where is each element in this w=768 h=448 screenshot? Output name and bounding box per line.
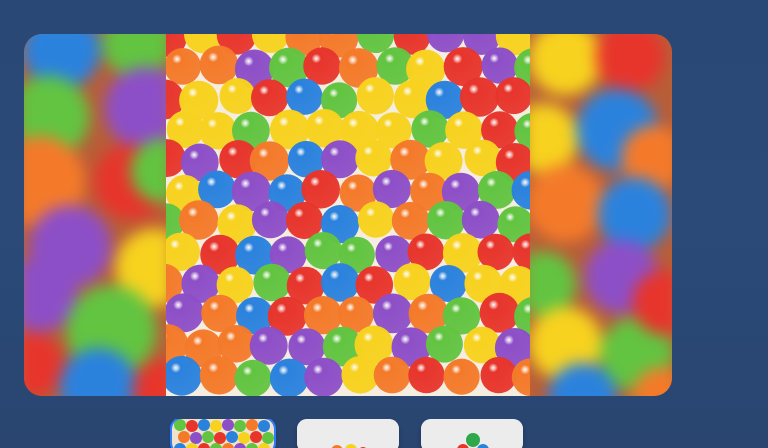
- ball: [425, 325, 463, 363]
- ball: [321, 263, 360, 302]
- ball: [251, 201, 290, 239]
- ball: [251, 79, 289, 117]
- right-blurred-balls: [530, 34, 672, 396]
- ball: [249, 326, 288, 365]
- ball: [443, 358, 480, 395]
- thumbnail-strip: [168, 419, 528, 448]
- ball: [269, 358, 309, 396]
- ball: [461, 200, 500, 239]
- ball: [199, 45, 239, 85]
- thumbnail-single-green-ball[interactable]: [421, 419, 523, 448]
- ball: [234, 359, 272, 396]
- left-blurred-preview: [24, 34, 166, 396]
- ball: [219, 78, 256, 114]
- image-viewer[interactable]: [24, 34, 672, 396]
- ball: [253, 263, 291, 302]
- ball: [408, 356, 445, 394]
- main-ball-pit-image: [166, 34, 530, 396]
- ball: [373, 356, 411, 394]
- thumbnail-ball-pit[interactable]: [170, 419, 276, 448]
- ball-pit-thumbnail-image: [172, 419, 274, 448]
- right-blurred-preview: [530, 34, 672, 396]
- ball: [341, 356, 379, 394]
- thumbnail-stacked-balls[interactable]: [297, 419, 399, 448]
- ball: [356, 77, 394, 115]
- stacked-balls-thumbnail-image: [297, 419, 399, 448]
- ball: [464, 139, 502, 177]
- left-blurred-balls: [24, 34, 166, 396]
- ball: [199, 356, 239, 395]
- ball: [304, 357, 344, 396]
- ball: [459, 77, 500, 117]
- ball: [286, 78, 323, 115]
- single-green-ball-thumbnail-image: [421, 419, 523, 448]
- ball: [480, 356, 517, 394]
- ball-pit-photo: [166, 34, 530, 396]
- ball: [479, 292, 520, 333]
- ball: [357, 201, 395, 238]
